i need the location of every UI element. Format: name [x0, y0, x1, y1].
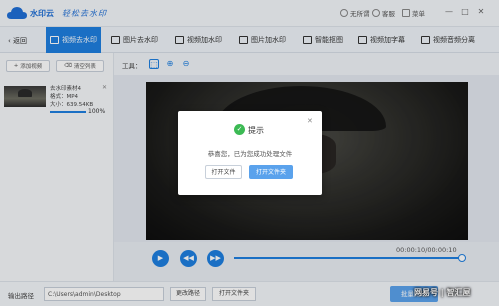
dialog-title: 提示 [248, 126, 264, 135]
success-dialog: ✕ ✓ 提示 恭喜您，已为您成功处理文件 打开文件 打开文件夹 [178, 111, 322, 195]
dialog-message: 恭喜您，已为您成功处理文件 [207, 150, 293, 158]
close-icon[interactable]: ✕ [307, 117, 313, 125]
open-file-button[interactable]: 打开文件 [205, 165, 242, 179]
open-folder-dialog-button[interactable]: 打开文件夹 [249, 165, 293, 179]
check-circle-icon: ✓ [234, 124, 245, 135]
